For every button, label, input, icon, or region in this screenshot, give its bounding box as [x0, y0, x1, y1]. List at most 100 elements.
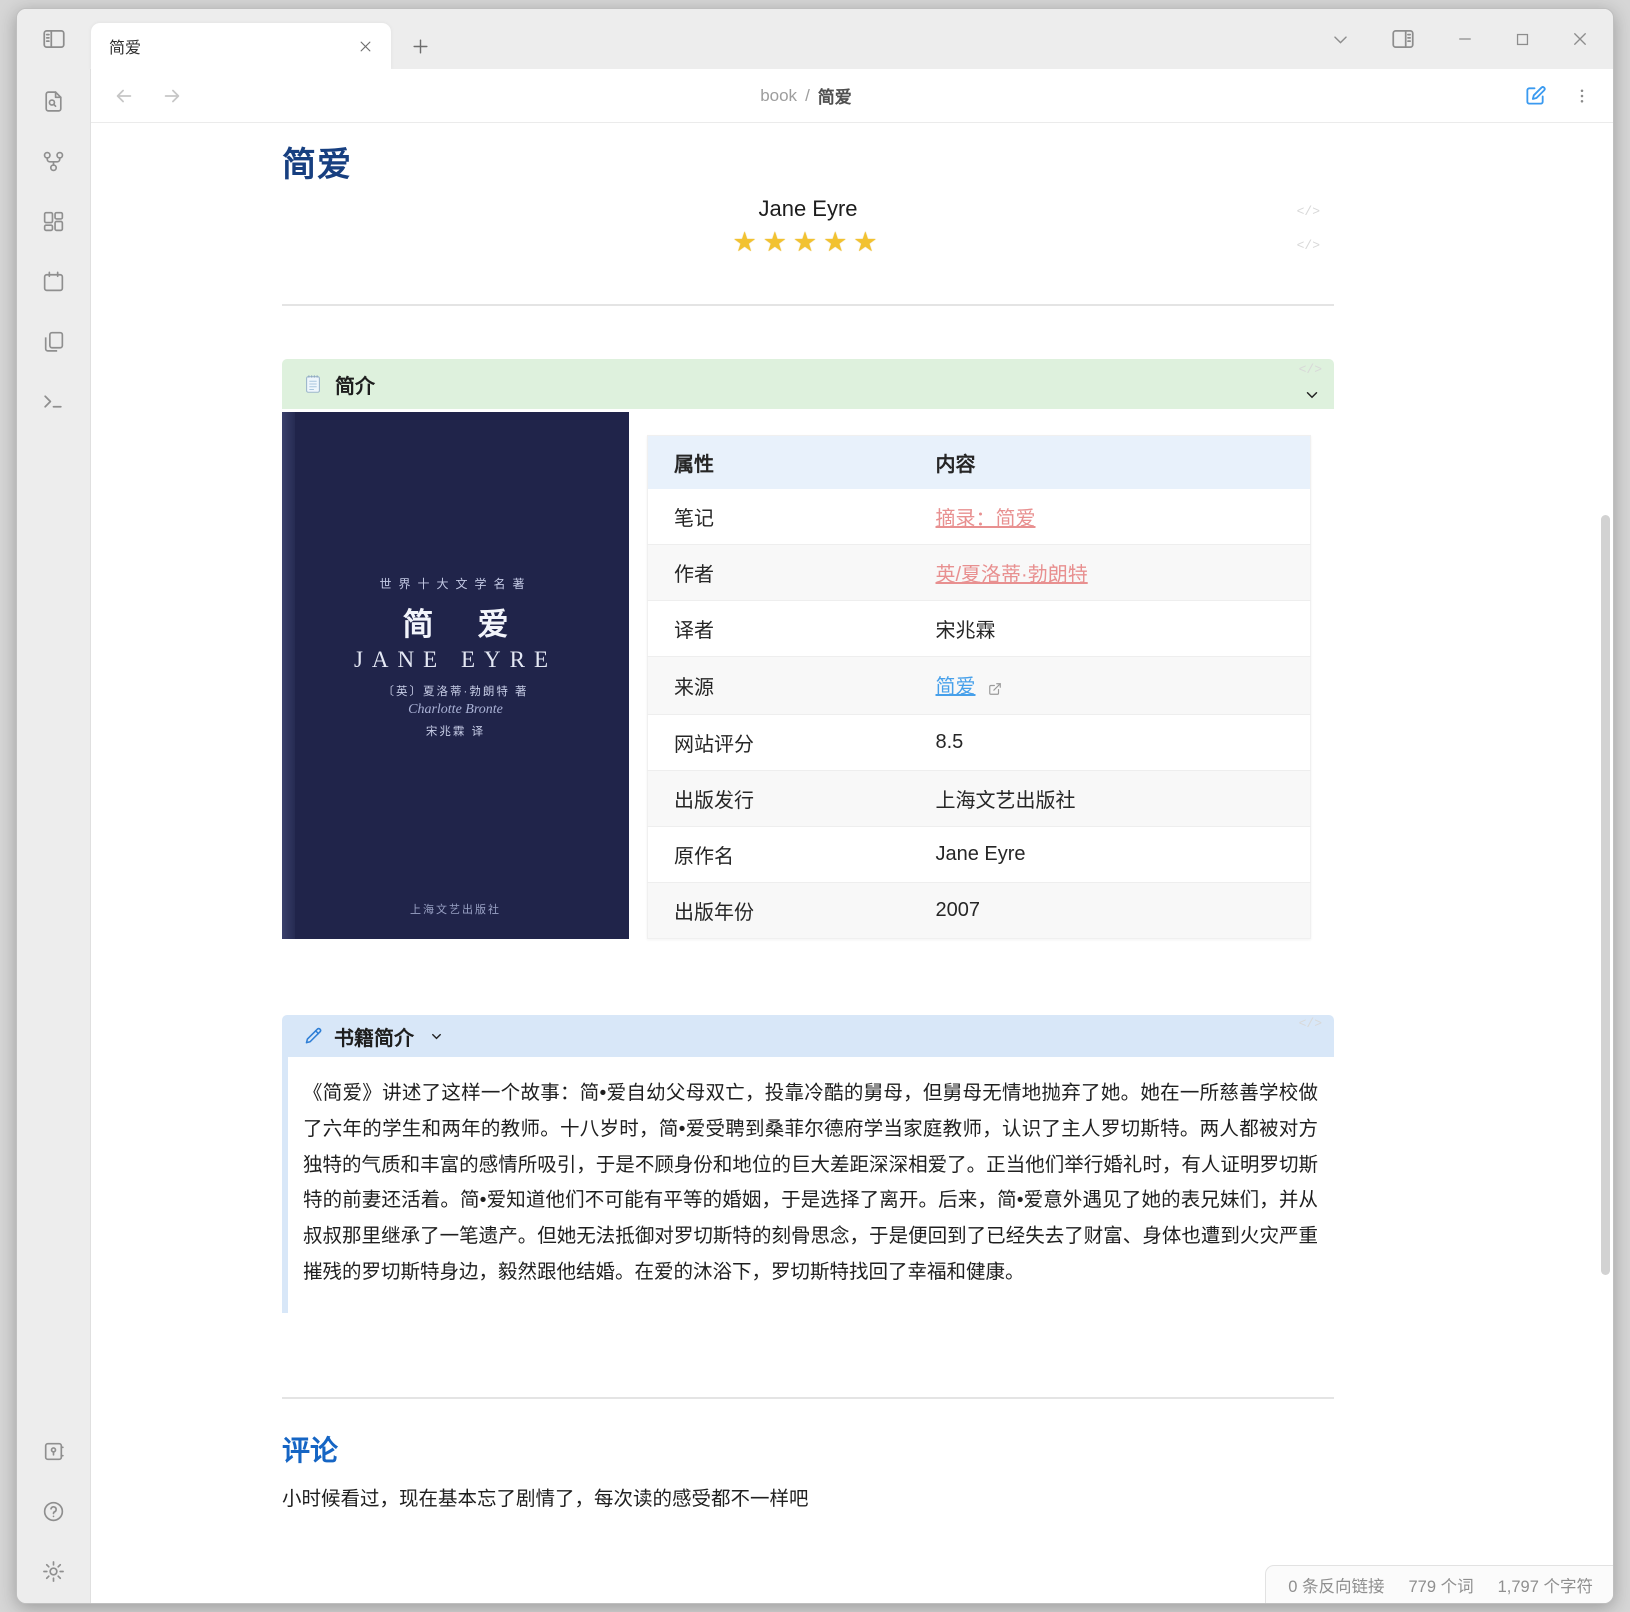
table-row: 网站评分8.5 — [648, 715, 1311, 771]
breadcrumb-current: 简爱 — [818, 83, 852, 108]
table-header-key: 属性 — [648, 436, 910, 490]
forward-arrow-icon[interactable] — [161, 85, 183, 107]
code-edit-icon[interactable]: </> — [1297, 204, 1320, 219]
terminal-icon[interactable] — [38, 385, 70, 417]
table-row: 来源 简爱 — [648, 657, 1311, 715]
file-search-icon[interactable] — [38, 85, 70, 117]
property-value: 简爱 — [910, 657, 1311, 715]
sidebar-toggle-right-icon[interactable] — [1390, 26, 1416, 52]
dashboard-icon[interactable] — [38, 205, 70, 237]
property-key: 笔记 — [648, 489, 910, 545]
settings-gear-icon[interactable] — [38, 1555, 70, 1587]
back-arrow-icon[interactable] — [113, 85, 135, 107]
external-link-icon — [982, 678, 1002, 701]
cover-translator: 宋兆霖 译 — [282, 723, 629, 739]
code-edit-icon[interactable]: </> — [1299, 1016, 1322, 1031]
code-edit-icon[interactable]: </> — [1299, 362, 1322, 377]
property-value: Jane Eyre — [910, 827, 1311, 883]
ribbon — [17, 69, 91, 1603]
property-value: 英/夏洛蒂·勃朗特 — [910, 545, 1311, 601]
intro-callout-header[interactable]: 简介 </> — [282, 359, 1334, 409]
code-edit-icon[interactable]: </> — [1297, 238, 1320, 253]
pencil-icon — [303, 1026, 323, 1046]
cover-title-cn: 简爱 — [282, 599, 629, 644]
tab-jane-eyre[interactable]: 简爱 — [91, 23, 391, 69]
tab-title: 简爱 — [109, 34, 353, 58]
main-pane: book / 简爱 — [91, 69, 1613, 1603]
rating-stars: ★★★★★ — [282, 227, 1334, 258]
note-content: 简爱 Jane Eyre ★★★★★ </> </> — [91, 123, 1613, 1603]
property-key: 作者 — [648, 545, 910, 601]
property-value: 摘录：简爱 — [910, 489, 1311, 545]
vault-switcher-icon[interactable] — [38, 1435, 70, 1467]
new-tab-icon[interactable] — [405, 23, 435, 69]
properties-table: 属性 内容 笔记 摘录：简爱作者 英/夏洛蒂·勃朗特译者宋兆霖来源 简爱网站评分8.5… — [647, 435, 1311, 939]
property-value: 上海文艺出版社 — [910, 771, 1311, 827]
titlebar: 简爱 — [17, 9, 1613, 69]
property-value: 宋兆霖 — [910, 601, 1311, 657]
property-key: 译者 — [648, 601, 910, 657]
breadcrumb[interactable]: book / 简爱 — [760, 83, 852, 108]
breadcrumb-parent[interactable]: book — [760, 86, 797, 106]
char-count: 1,797 个字符 — [1498, 1573, 1593, 1597]
property-key: 出版年份 — [648, 883, 910, 939]
intro-callout-body: 世界十大文学名著 简爱 JANE EYRE 〔英〕夏洛蒂·勃朗特 著 Charl… — [282, 412, 1334, 939]
cover-banner: 世界十大文学名著 — [282, 575, 629, 592]
app-window: 简爱 — [16, 8, 1614, 1604]
backlinks-count[interactable]: 0 条反向链接 — [1288, 1573, 1384, 1597]
external-link[interactable]: 简爱 — [936, 676, 976, 698]
subtitle-block: Jane Eyre ★★★★★ </> </> — [282, 196, 1334, 258]
summary-callout-header[interactable]: 书籍简介 </> — [282, 1015, 1334, 1057]
breadcrumb-separator: / — [805, 86, 810, 106]
page-title: 简爱 — [282, 137, 1334, 186]
property-key: 出版发行 — [648, 771, 910, 827]
calendar-icon[interactable] — [38, 265, 70, 297]
status-bar: 0 条反向链接 779 个词 1,797 个字符 — [1265, 1565, 1613, 1603]
cover-author-en: Charlotte Bronte — [282, 702, 629, 718]
property-key: 来源 — [648, 657, 910, 715]
edit-note-icon[interactable] — [1524, 84, 1547, 107]
close-icon[interactable] — [1571, 30, 1589, 48]
internal-link[interactable]: 摘录：简爱 — [936, 508, 1036, 530]
divider — [282, 304, 1334, 306]
cover-title-en: JANE EYRE — [282, 647, 629, 673]
properties-table-body: 笔记 摘录：简爱作者 英/夏洛蒂·勃朗特译者宋兆霖来源 简爱网站评分8.5出版发行上海… — [648, 489, 1311, 939]
help-icon[interactable] — [38, 1495, 70, 1527]
property-value: 2007 — [910, 883, 1311, 939]
nav-header: book / 简爱 — [91, 69, 1613, 123]
divider — [282, 1397, 1334, 1399]
graph-view-icon[interactable] — [38, 145, 70, 177]
word-count: 779 个词 — [1409, 1573, 1474, 1597]
summary-text: 《简爱》讲述了这样一个故事：简•爱自幼父母双亡，投靠冷酷的舅母，但舅母无情地抛弃… — [282, 1057, 1334, 1313]
property-key: 网站评分 — [648, 715, 910, 771]
maximize-icon[interactable] — [1514, 31, 1531, 48]
notepad-icon — [302, 373, 324, 395]
tab-list-chevron-icon[interactable] — [1331, 30, 1350, 49]
book-subtitle: Jane Eyre — [282, 196, 1334, 222]
table-row: 出版年份2007 — [648, 883, 1311, 939]
cover-publisher: 上海文艺出版社 — [282, 901, 629, 917]
table-row: 原作名Jane Eyre — [648, 827, 1311, 883]
property-key: 原作名 — [648, 827, 910, 883]
internal-link[interactable]: 英/夏洛蒂·勃朗特 — [936, 564, 1088, 586]
table-header-value: 内容 — [910, 436, 1311, 490]
scrollbar-thumb[interactable] — [1601, 515, 1610, 1275]
tab-close-icon[interactable] — [353, 34, 377, 58]
more-options-icon[interactable] — [1573, 87, 1591, 105]
minimize-icon[interactable] — [1456, 30, 1474, 48]
property-value: 8.5 — [910, 715, 1311, 771]
collapse-chevron-icon[interactable] — [429, 1029, 444, 1044]
intro-callout-title: 简介 — [335, 370, 375, 399]
table-row: 笔记 摘录：简爱 — [648, 489, 1311, 545]
book-cover-image: 世界十大文学名著 简爱 JANE EYRE 〔英〕夏洛蒂·勃朗特 著 Charl… — [282, 412, 629, 939]
collapse-chevron-icon[interactable] — [1303, 386, 1321, 404]
comments-heading: 评论 — [282, 1429, 1334, 1469]
table-row: 作者 英/夏洛蒂·勃朗特 — [648, 545, 1311, 601]
sidebar-toggle-left-icon[interactable] — [41, 26, 67, 52]
copy-files-icon[interactable] — [38, 325, 70, 357]
table-row: 译者宋兆霖 — [648, 601, 1311, 657]
summary-callout-title: 书籍简介 — [334, 1022, 414, 1051]
comment-text: 小时候看过，现在基本忘了剧情了，每次读的感受都不一样吧 — [282, 1482, 1334, 1511]
cover-author-cn: 〔英〕夏洛蒂·勃朗特 著 — [282, 683, 629, 699]
summary-callout: 书籍简介 </> 《简爱》讲述了这样一个故事：简•爱自幼父母双亡，投靠冷酷的舅母… — [282, 1015, 1334, 1313]
